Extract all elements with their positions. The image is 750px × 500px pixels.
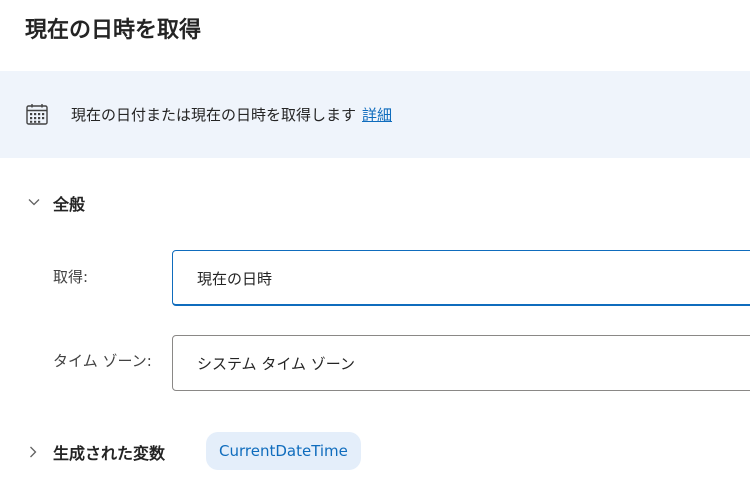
variable-chip[interactable]: CurrentDateTime [206, 432, 361, 470]
retrieve-value: 現在の日時 [197, 270, 273, 288]
dialog-page: 現在の日時を取得 現在の日付または現在の日時を取得します 詳細 全般 取得: 現在… [0, 0, 750, 500]
calendar-icon [26, 104, 48, 125]
timezone-dropdown[interactable]: システム タイム ゾーン [172, 335, 750, 391]
page-title: 現在の日時を取得 [25, 18, 202, 43]
info-description: 現在の日付または現在の日時を取得します [71, 106, 357, 124]
info-text: 現在の日付または現在の日時を取得します 詳細 [71, 104, 392, 125]
timezone-value: システム タイム ゾーン [197, 355, 356, 373]
chevron-right-icon[interactable] [26, 445, 40, 459]
retrieve-label: 取得: [53, 268, 89, 286]
general-section-title[interactable]: 全般 [53, 191, 85, 215]
timezone-label: タイム ゾーン: [53, 352, 152, 370]
retrieve-dropdown[interactable]: 現在の日時 [172, 250, 750, 306]
produced-variables-title[interactable]: 生成された変数 [53, 440, 165, 464]
chevron-down-icon[interactable] [27, 195, 41, 209]
details-link[interactable]: 詳細 [362, 106, 392, 124]
